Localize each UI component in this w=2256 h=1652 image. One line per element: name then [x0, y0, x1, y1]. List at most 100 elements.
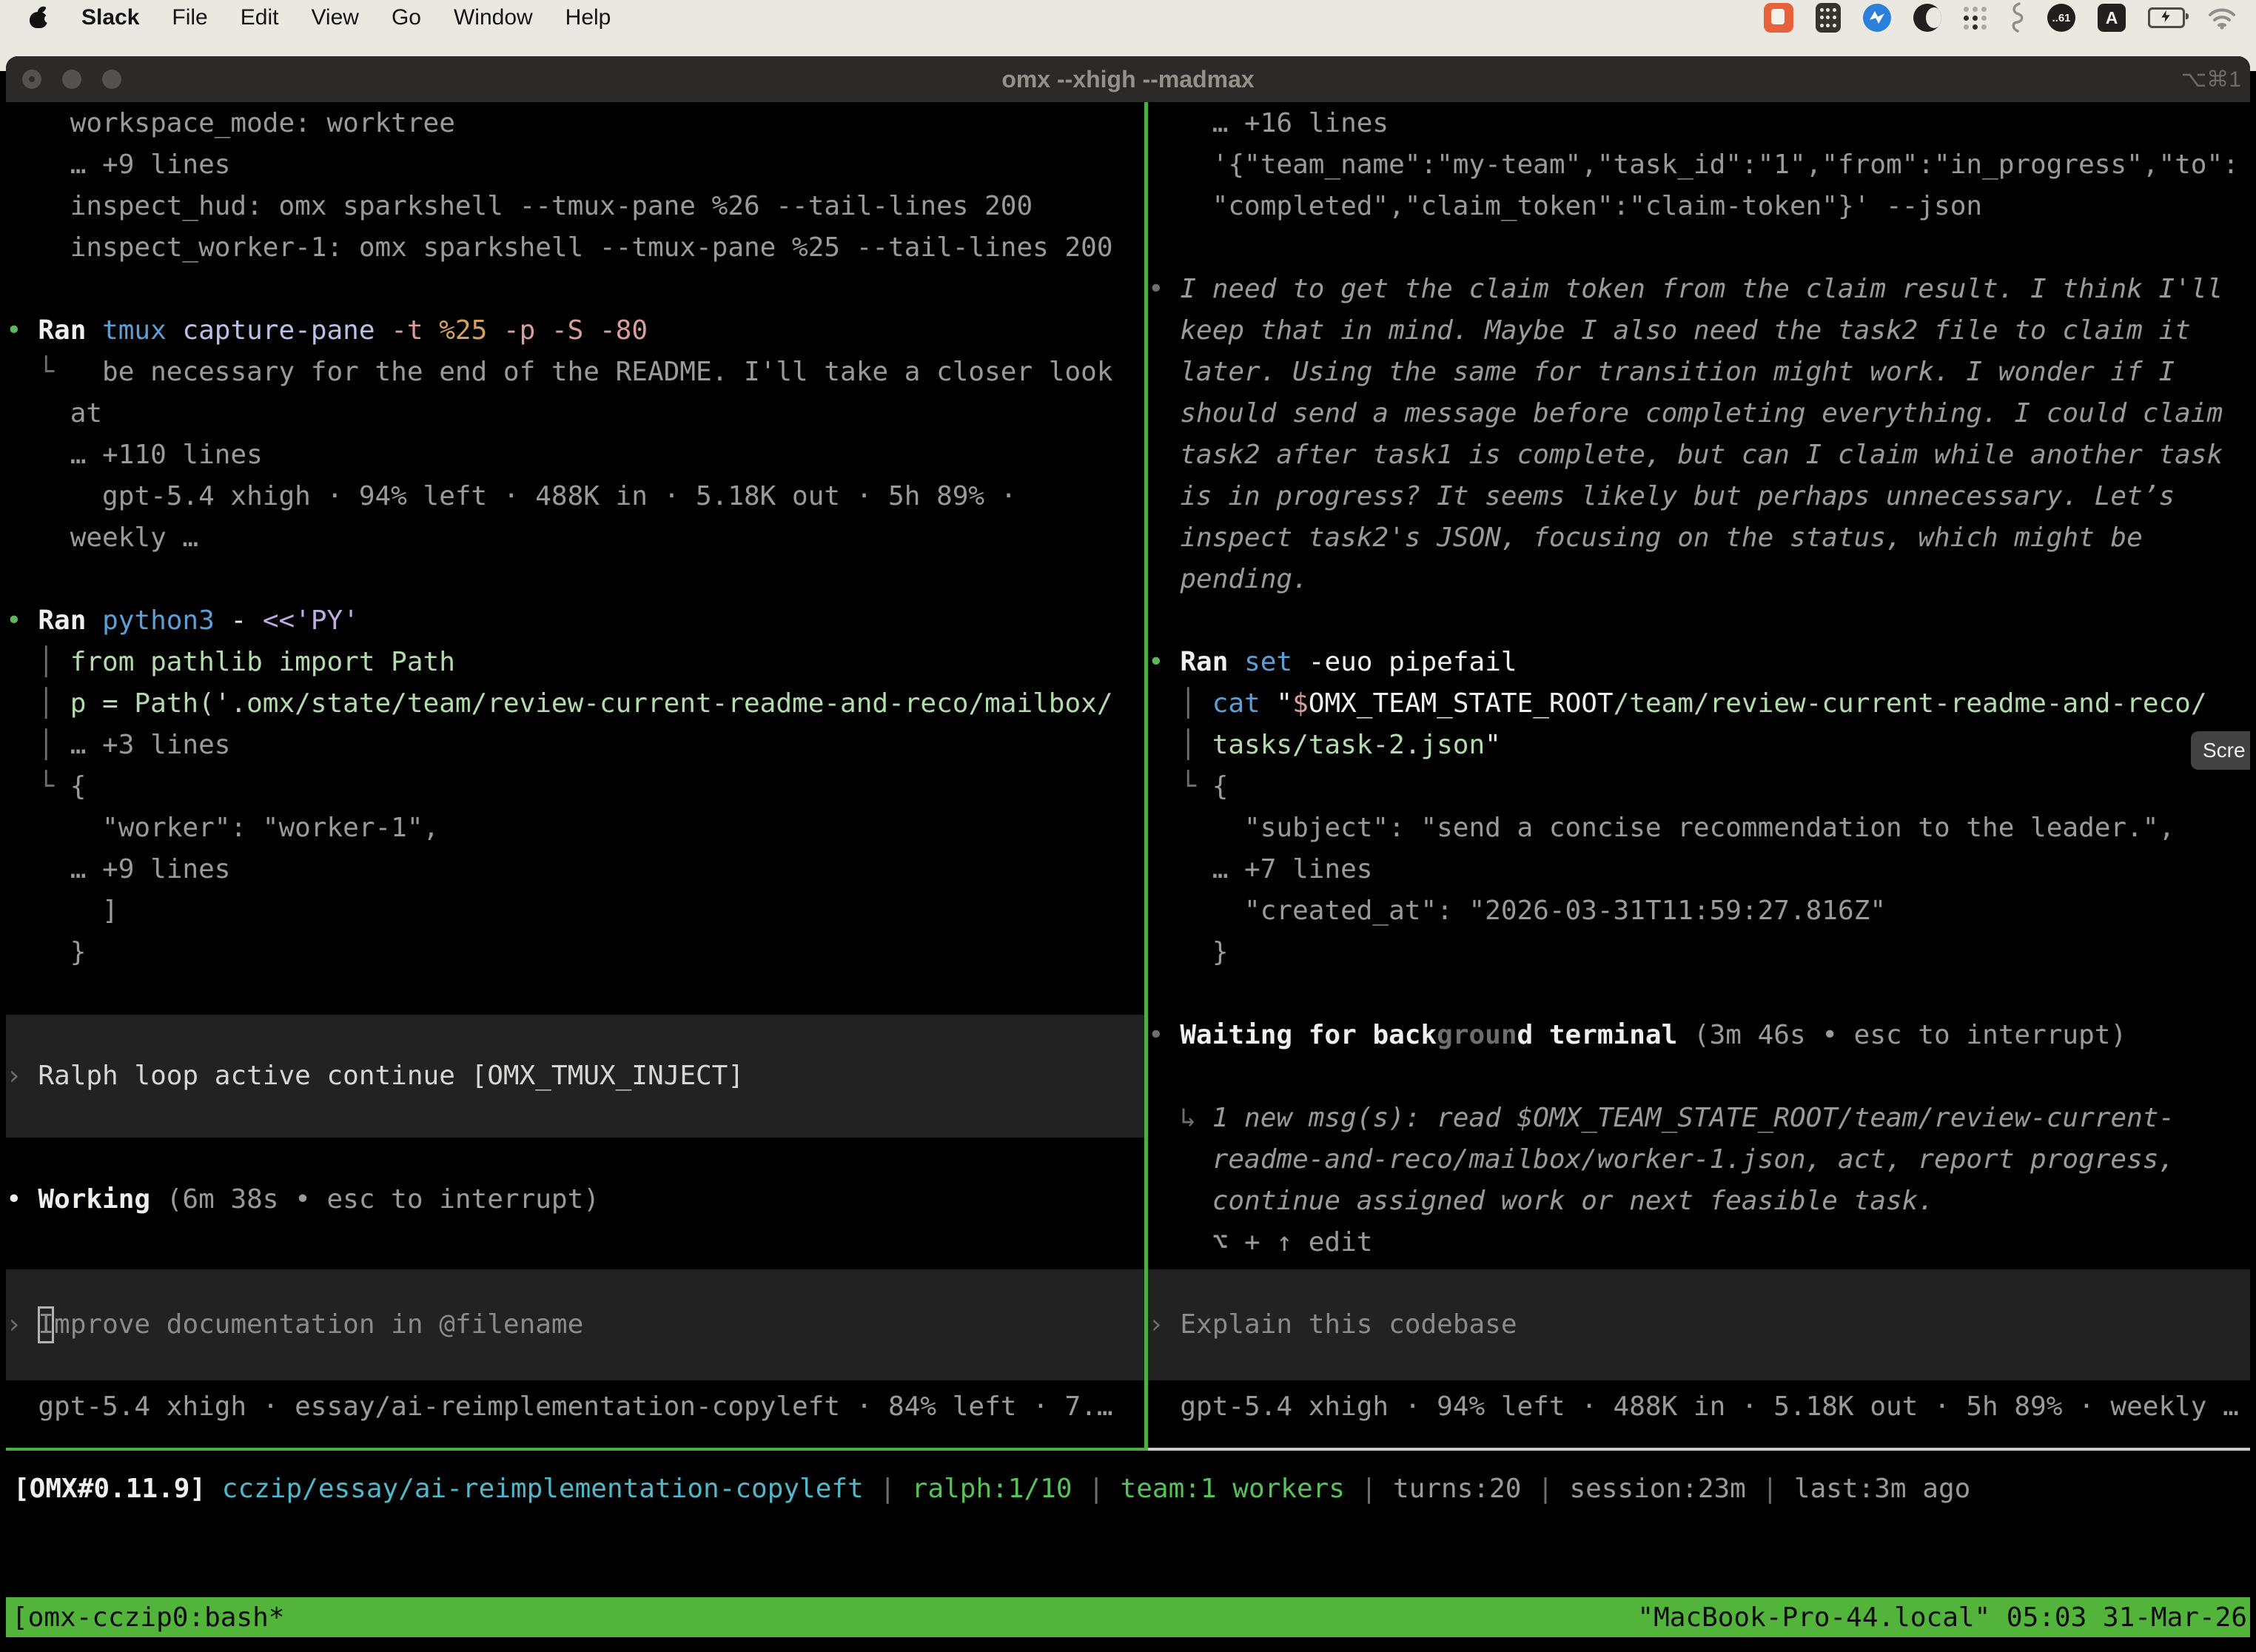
terminal-line: ⌥ + ↑ edit — [1148, 1222, 2250, 1263]
menu-item-slack[interactable]: Slack — [81, 5, 139, 30]
menu-bar: Slack File Edit View Go Window Help ..61 A — [0, 0, 2256, 36]
ralph-loop-message: › Ralph loop active continue [OMX_TMUX_I… — [6, 1055, 1144, 1097]
terminal-line: should send a message before completing … — [1148, 393, 2250, 434]
terminal-line: │ cat "$OMX_TEAM_STATE_ROOT/team/review-… — [1148, 683, 2250, 725]
terminal-line: } — [6, 932, 1144, 973]
terminal-line — [1148, 600, 2250, 642]
terminal-line: • Ran set -euo pipefail — [1148, 642, 2250, 683]
dots-grid-icon[interactable] — [1964, 7, 1987, 30]
messenger-icon[interactable] — [1863, 4, 1891, 32]
percent-badge-icon[interactable]: ..61 — [2047, 4, 2075, 32]
menu-item-window[interactable]: Window — [454, 5, 533, 30]
apple-menu-icon[interactable] — [30, 7, 49, 29]
squiggle-icon[interactable] — [2009, 2, 2025, 33]
working-status: • Working (6m 38s • esc to interrupt) — [6, 1179, 1144, 1220]
terminal-line: pending. — [1148, 559, 2250, 600]
terminal-line: ] — [6, 890, 1144, 932]
terminal-line: later. Using the same for transition mig… — [1148, 352, 2250, 393]
terminal-line: • Waiting for background terminal (3m 46… — [1148, 1015, 2250, 1056]
terminal-line: "completed","claim_token":"claim-token"}… — [1148, 186, 2250, 227]
window-shortcut-hint: ⌥⌘1 — [2181, 56, 2241, 102]
moon-icon[interactable] — [1913, 4, 1941, 32]
terminal-line: inspect task2's JSON, focusing on the st… — [1148, 517, 2250, 559]
screen-overlay-tooltip: Scre — [2191, 731, 2250, 770]
terminal-line: gpt-5.4 xhigh · 94% left · 488K in · 5.1… — [6, 476, 1144, 517]
menu-bar-status-icons: ..61 A — [1764, 2, 2256, 33]
terminal-line: … +7 lines — [1148, 849, 2250, 890]
terminal-line — [6, 269, 1144, 310]
menu-item-view[interactable]: View — [311, 5, 358, 30]
tmux-status-bar: [omx-cczip0:bash* "MacBook-Pro-44.local"… — [6, 1597, 2250, 1637]
app-menus: Slack File Edit View Go Window Help — [81, 5, 611, 30]
ralph-loop-banner: › Ralph loop active continue [OMX_TMUX_I… — [6, 1015, 1144, 1138]
terminal-line — [1148, 1056, 2250, 1098]
terminal-line — [1148, 973, 2250, 1015]
left-session-statusline: gpt-5.4 xhigh · essay/ai-reimplementatio… — [6, 1386, 1144, 1428]
terminal-line: │ from pathlib import Path — [6, 642, 1144, 683]
terminal-line: • Ran tmux capture-pane -t %25 -p -S -80 — [6, 310, 1144, 352]
terminal-line: "subject": "send a concise recommendatio… — [1148, 807, 2250, 849]
pane-bottom-border-inactive — [1148, 1448, 2250, 1451]
menu-item-help[interactable]: Help — [565, 5, 611, 30]
wifi-icon[interactable] — [2207, 6, 2237, 30]
terminal-line — [6, 973, 1144, 1015]
right-prompt-placeholder: › Explain this codebase — [1148, 1304, 2250, 1346]
right-pane-output: … +16 lines '{"team_name":"my-team","tas… — [1148, 102, 2250, 1263]
terminal-line: weekly … — [6, 517, 1144, 559]
tmux-host-clock: "MacBook-Pro-44.local" 05:03 31-Mar-26 — [1637, 1602, 2250, 1633]
terminal-line — [1148, 227, 2250, 269]
terminal-line: … +9 lines — [6, 849, 1144, 890]
terminal-line: at — [6, 393, 1144, 434]
terminal-line — [6, 559, 1144, 600]
terminal-line: └ be necessary for the end of the README… — [6, 352, 1144, 393]
window-title: omx --xhigh --madmax — [6, 56, 2250, 102]
screen: Slack File Edit View Go Window Help ..61 A — [0, 0, 2256, 1652]
pane-bottom-border-active — [6, 1448, 1148, 1451]
left-prompt-input[interactable]: › Improve documentation in @filename — [6, 1269, 1144, 1380]
terminal-line: gpt-5.4 xhigh · 94% left · 488K in · 5.1… — [1148, 1386, 2250, 1428]
menu-item-file[interactable]: File — [172, 5, 207, 30]
terminal-line: "created_at": "2026-03-31T11:59:27.816Z" — [1148, 890, 2250, 932]
input-source-icon[interactable]: A — [2098, 4, 2126, 32]
menu-item-go[interactable]: Go — [392, 5, 421, 30]
left-pane-output: workspace_mode: worktree … +9 lines insp… — [6, 102, 1144, 1015]
terminal-window: omx --xhigh --madmax ⌥⌘1 workspace_mode:… — [6, 56, 2250, 1652]
terminal-line: readme-and-reco/mailbox/worker-1.json, a… — [1148, 1139, 2250, 1181]
keypad-icon[interactable] — [1816, 3, 1841, 33]
terminal-line: task2 after task1 is complete, but can I… — [1148, 434, 2250, 476]
terminal-line: • I need to get the claim token from the… — [1148, 269, 2250, 310]
tmux-pane-left[interactable]: workspace_mode: worktree … +9 lines insp… — [6, 102, 1144, 1448]
left-prompt-placeholder: › Improve documentation in @filename — [6, 1304, 1144, 1346]
terminal-line: gpt-5.4 xhigh · essay/ai-reimplementatio… — [6, 1386, 1144, 1428]
terminal-line: └ { — [6, 766, 1144, 807]
battery-icon[interactable] — [2148, 7, 2185, 28]
terminal-line: └ { — [1148, 766, 2250, 807]
terminal-line: • Ran python3 - <<'PY' — [6, 600, 1144, 642]
terminal-line: '{"team_name":"my-team","task_id":"1","f… — [1148, 144, 2250, 186]
tmux-pane-right[interactable]: … +16 lines '{"team_name":"my-team","tas… — [1148, 102, 2250, 1448]
terminal-line: … +9 lines — [6, 144, 1144, 186]
slack-badge-icon[interactable] — [1764, 3, 1793, 33]
terminal-line: workspace_mode: worktree — [6, 103, 1144, 144]
terminal-line: inspect_hud: omx sparkshell --tmux-pane … — [6, 186, 1144, 227]
menu-item-edit[interactable]: Edit — [241, 5, 279, 30]
omx-status-line: [OMX#0.11.9] cczip/essay/ai-reimplementa… — [13, 1468, 1970, 1510]
terminal-line: … +110 lines — [6, 434, 1144, 476]
terminal-line: is in progress? It seems likely but perh… — [1148, 476, 2250, 517]
terminal-line: │ … +3 lines — [6, 725, 1144, 766]
right-session-statusline: gpt-5.4 xhigh · 94% left · 488K in · 5.1… — [1148, 1386, 2250, 1428]
terminal-line: ↳ 1 new msg(s): read $OMX_TEAM_STATE_ROO… — [1148, 1098, 2250, 1139]
menu-bar-left: Slack File Edit View Go Window Help — [0, 5, 611, 30]
terminal-line: "worker": "worker-1", — [6, 807, 1144, 849]
terminal-line: keep that in mind. Maybe I also need the… — [1148, 310, 2250, 352]
right-prompt-input[interactable]: › Explain this codebase — [1148, 1269, 2250, 1380]
tmux-session-name: [omx-cczip0:bash* — [6, 1602, 284, 1633]
terminal-line: } — [1148, 932, 2250, 973]
terminal-line: inspect_worker-1: omx sparkshell --tmux-… — [6, 227, 1144, 269]
terminal-line: continue assigned work or next feasible … — [1148, 1181, 2250, 1222]
terminal-line: • Working (6m 38s • esc to interrupt) — [6, 1179, 1144, 1220]
terminal-line: │ tasks/task-2.json" — [1148, 725, 2250, 766]
terminal-line: … +16 lines — [1148, 103, 2250, 144]
terminal-line: │ p = Path('.omx/state/team/review-curre… — [6, 683, 1144, 725]
window-titlebar[interactable]: omx --xhigh --madmax ⌥⌘1 — [6, 56, 2250, 103]
